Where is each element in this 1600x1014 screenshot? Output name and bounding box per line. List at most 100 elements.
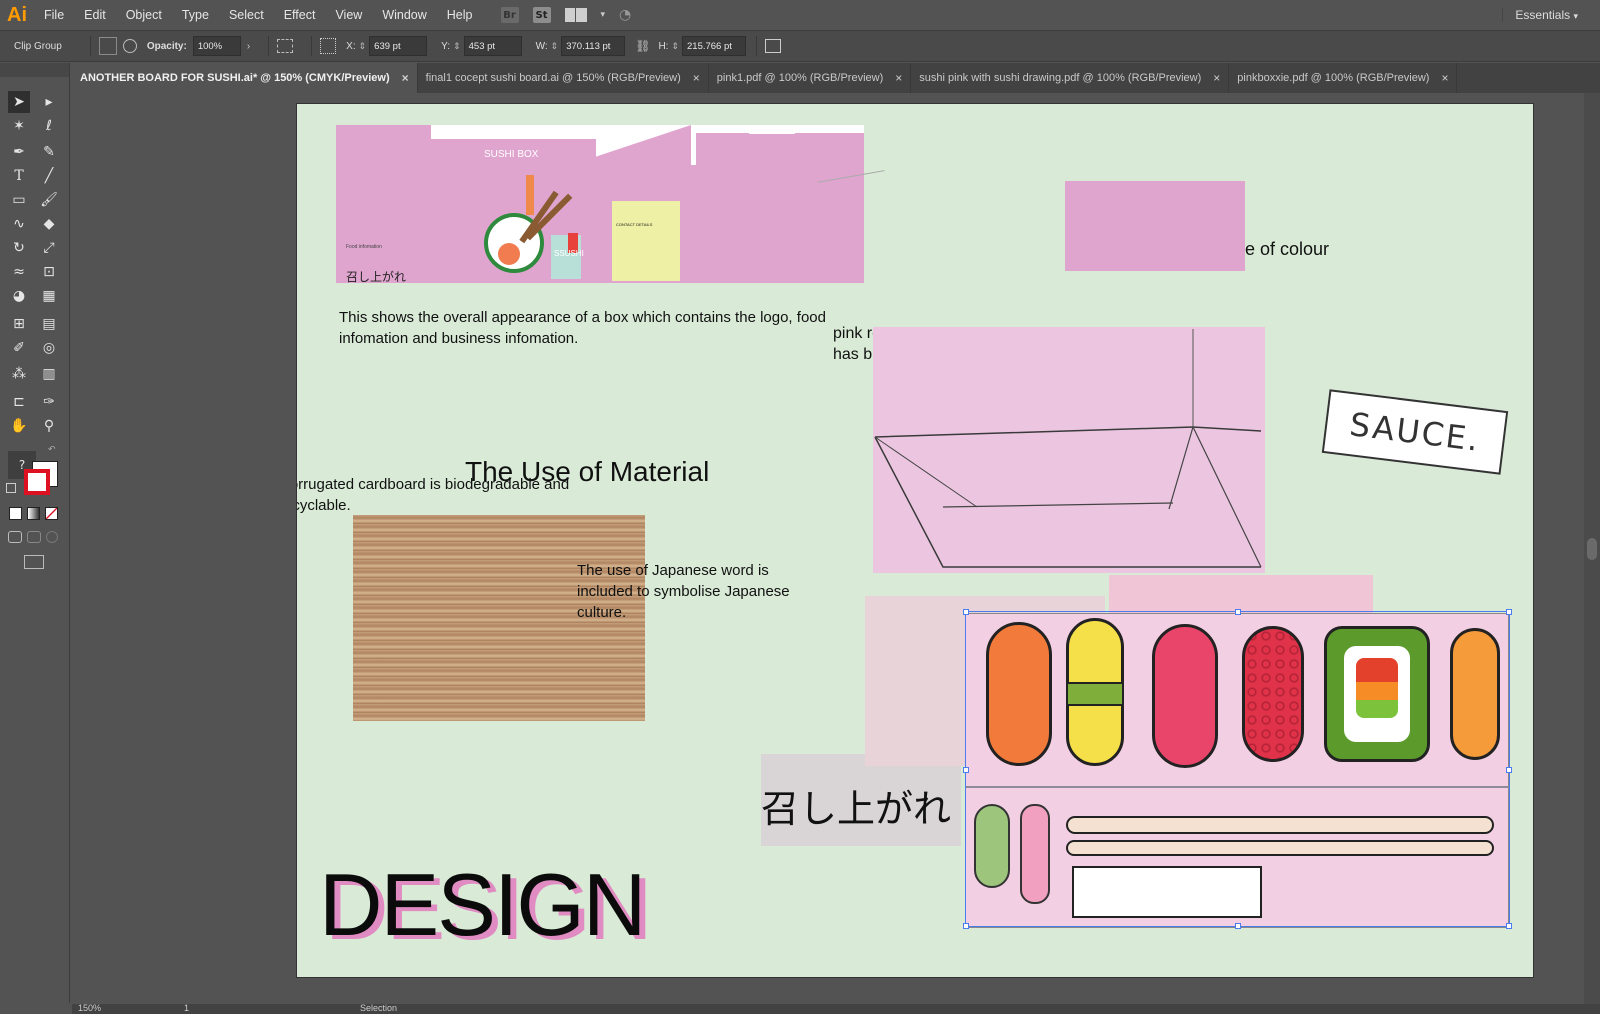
shaper-tool-icon[interactable]: ∿ (8, 213, 30, 235)
line-tool-icon[interactable]: ╱ (38, 165, 60, 187)
type-tool-icon[interactable]: T (8, 165, 30, 187)
artboard[interactable]: SUSHI BOX SSUSHI CONTACT DETAILS Food in… (296, 103, 1534, 978)
close-icon[interactable]: × (693, 71, 700, 85)
close-icon[interactable]: × (1441, 71, 1448, 85)
eraser-tool-icon[interactable]: ◆ (38, 213, 60, 235)
scale-tool-icon[interactable]: ⤢ (38, 237, 60, 259)
resize-handle[interactable] (1235, 923, 1241, 929)
align-to-icon[interactable] (277, 39, 294, 53)
zoom-tool-icon[interactable]: ⚲ (38, 415, 60, 437)
free-transform-tool-icon[interactable]: ⊡ (38, 261, 60, 283)
menu-object[interactable]: Object (116, 8, 172, 22)
tab-document-3[interactable]: pink1.pdf @ 100% (RGB/Preview) × (709, 63, 912, 93)
x-input[interactable]: 639 pt (369, 36, 428, 56)
menu-effect[interactable]: Effect (274, 8, 326, 22)
y-input[interactable]: 453 pt (463, 36, 522, 56)
tab-document-5[interactable]: pinkboxxie.pdf @ 100% (RGB/Preview) × (1229, 63, 1458, 93)
box-net-image[interactable]: SUSHI BOX SSUSHI CONTACT DETAILS Food in… (336, 125, 864, 284)
selection-tool-icon[interactable]: ➤ (8, 91, 30, 113)
colour-swatch[interactable] (1065, 181, 1245, 271)
stepper-icon[interactable]: ⇕ (359, 41, 367, 52)
caption-japanese[interactable]: The use of Japanese word is included to … (577, 560, 827, 623)
japanese-word[interactable]: 召し上がれ (761, 778, 951, 833)
none-mode-icon[interactable] (45, 507, 58, 520)
edit-clipping-path-icon[interactable] (98, 37, 117, 55)
reference-point-icon[interactable] (320, 38, 337, 54)
menu-select[interactable]: Select (219, 8, 274, 22)
screen-mode-icon[interactable] (24, 555, 44, 569)
eyedropper-tool-icon[interactable]: ✐ (8, 337, 30, 359)
workspace-switcher[interactable]: Essentials ▾ (1502, 8, 1578, 22)
slice-tool-icon[interactable]: ✑ (38, 391, 60, 413)
tab-document-2[interactable]: final1 cocept sushi board.ai @ 150% (RGB… (418, 63, 709, 93)
transform-icon[interactable] (765, 39, 781, 53)
artboard-tool-icon[interactable]: ⊏ (8, 391, 30, 413)
stepper-icon[interactable]: ⇕ (453, 41, 461, 52)
pink-strip[interactable] (1109, 575, 1373, 615)
curvature-tool-icon[interactable]: ✎ (38, 141, 60, 163)
edit-contents-icon[interactable] (122, 39, 137, 53)
resize-handle[interactable] (1506, 923, 1512, 929)
lasso-tool-icon[interactable]: ℓ (38, 115, 60, 137)
selection-bounding-box[interactable] (963, 609, 1512, 929)
color-mode-icon[interactable] (9, 507, 22, 520)
graph-tool-icon[interactable]: ▥ (38, 363, 60, 385)
rectangle-tool-icon[interactable]: ▭ (8, 189, 30, 211)
tab-document-4[interactable]: sushi pink with sushi drawing.pdf @ 100%… (911, 63, 1230, 93)
chevron-down-icon[interactable]: ▾ (601, 10, 606, 20)
direct-selection-tool-icon[interactable]: ▸ (38, 91, 60, 113)
mesh-tool-icon[interactable]: ⊞ (8, 313, 30, 335)
width-tool-icon[interactable]: ≈ (8, 261, 30, 283)
caption-pink-line2[interactable]: has b (833, 346, 872, 364)
vertical-scrollbar[interactable] (1584, 93, 1600, 1004)
default-colors-icon[interactable] (6, 483, 16, 493)
chevron-right-icon[interactable]: › (247, 41, 250, 52)
bridge-icon[interactable]: Br (500, 7, 519, 23)
menu-edit[interactable]: Edit (74, 8, 116, 22)
rotate-tool-icon[interactable]: ↻ (8, 237, 30, 259)
app-logo[interactable]: Ai (0, 0, 34, 30)
sauce-sticker[interactable]: SAUCE. (1321, 389, 1509, 475)
menu-view[interactable]: View (325, 8, 372, 22)
draw-mode-icon[interactable] (8, 531, 22, 543)
fill-stroke-swatch[interactable] (24, 461, 58, 495)
constrain-proportions-icon[interactable]: ⛓ (635, 39, 650, 53)
blend-tool-icon[interactable]: ◎ (38, 337, 60, 359)
w-input[interactable]: 370.113 pt (561, 36, 626, 56)
menu-help[interactable]: Help (437, 8, 483, 22)
opacity-input[interactable]: 100% (192, 36, 241, 56)
perspective-grid-tool-icon[interactable]: ▦ (38, 285, 60, 307)
pen-tool-icon[interactable]: ✒ (8, 141, 30, 163)
close-icon[interactable]: × (895, 71, 902, 85)
scroll-thumb[interactable] (1587, 538, 1597, 560)
stock-icon[interactable]: St (532, 7, 551, 23)
gpu-performance-icon[interactable]: ◔ (619, 7, 631, 23)
shape-builder-tool-icon[interactable]: ◕ (8, 285, 30, 307)
resize-handle[interactable] (963, 609, 969, 615)
panel-grip[interactable] (0, 63, 69, 77)
stepper-icon[interactable]: ⇕ (671, 41, 679, 52)
gradient-tool-icon[interactable]: ▤ (38, 313, 60, 335)
hand-tool-icon[interactable]: ✋ (8, 415, 30, 437)
draw-inside-icon[interactable] (46, 531, 58, 543)
stepper-icon[interactable]: ⇕ (551, 41, 559, 52)
draw-behind-icon[interactable] (27, 531, 41, 543)
menu-file[interactable]: File (34, 8, 74, 22)
symbol-sprayer-tool-icon[interactable]: ⁂ (8, 363, 30, 385)
swap-colors-icon[interactable]: ↶ (48, 445, 56, 455)
resize-handle[interactable] (963, 767, 969, 773)
caption-cardboard[interactable]: Corrugated cardboard is biodegradable an… (297, 474, 579, 516)
resize-handle[interactable] (1235, 609, 1241, 615)
resize-handle[interactable] (1506, 767, 1512, 773)
resize-handle[interactable] (1506, 609, 1512, 615)
design-title[interactable]: DESIGN (319, 854, 646, 956)
resize-handle[interactable] (963, 923, 969, 929)
close-icon[interactable]: × (1213, 71, 1220, 85)
h-input[interactable]: 215.766 pt (682, 36, 746, 56)
caption-colour[interactable]: e of colour (1245, 239, 1329, 260)
pink-box-drawing[interactable] (873, 327, 1265, 573)
tab-document-1[interactable]: ANOTHER BOARD FOR SUSHI.ai* @ 150% (CMYK… (72, 63, 418, 93)
close-icon[interactable]: × (402, 71, 409, 85)
current-tool[interactable]: Selection (360, 1003, 397, 1013)
gradient-mode-icon[interactable] (27, 507, 40, 520)
